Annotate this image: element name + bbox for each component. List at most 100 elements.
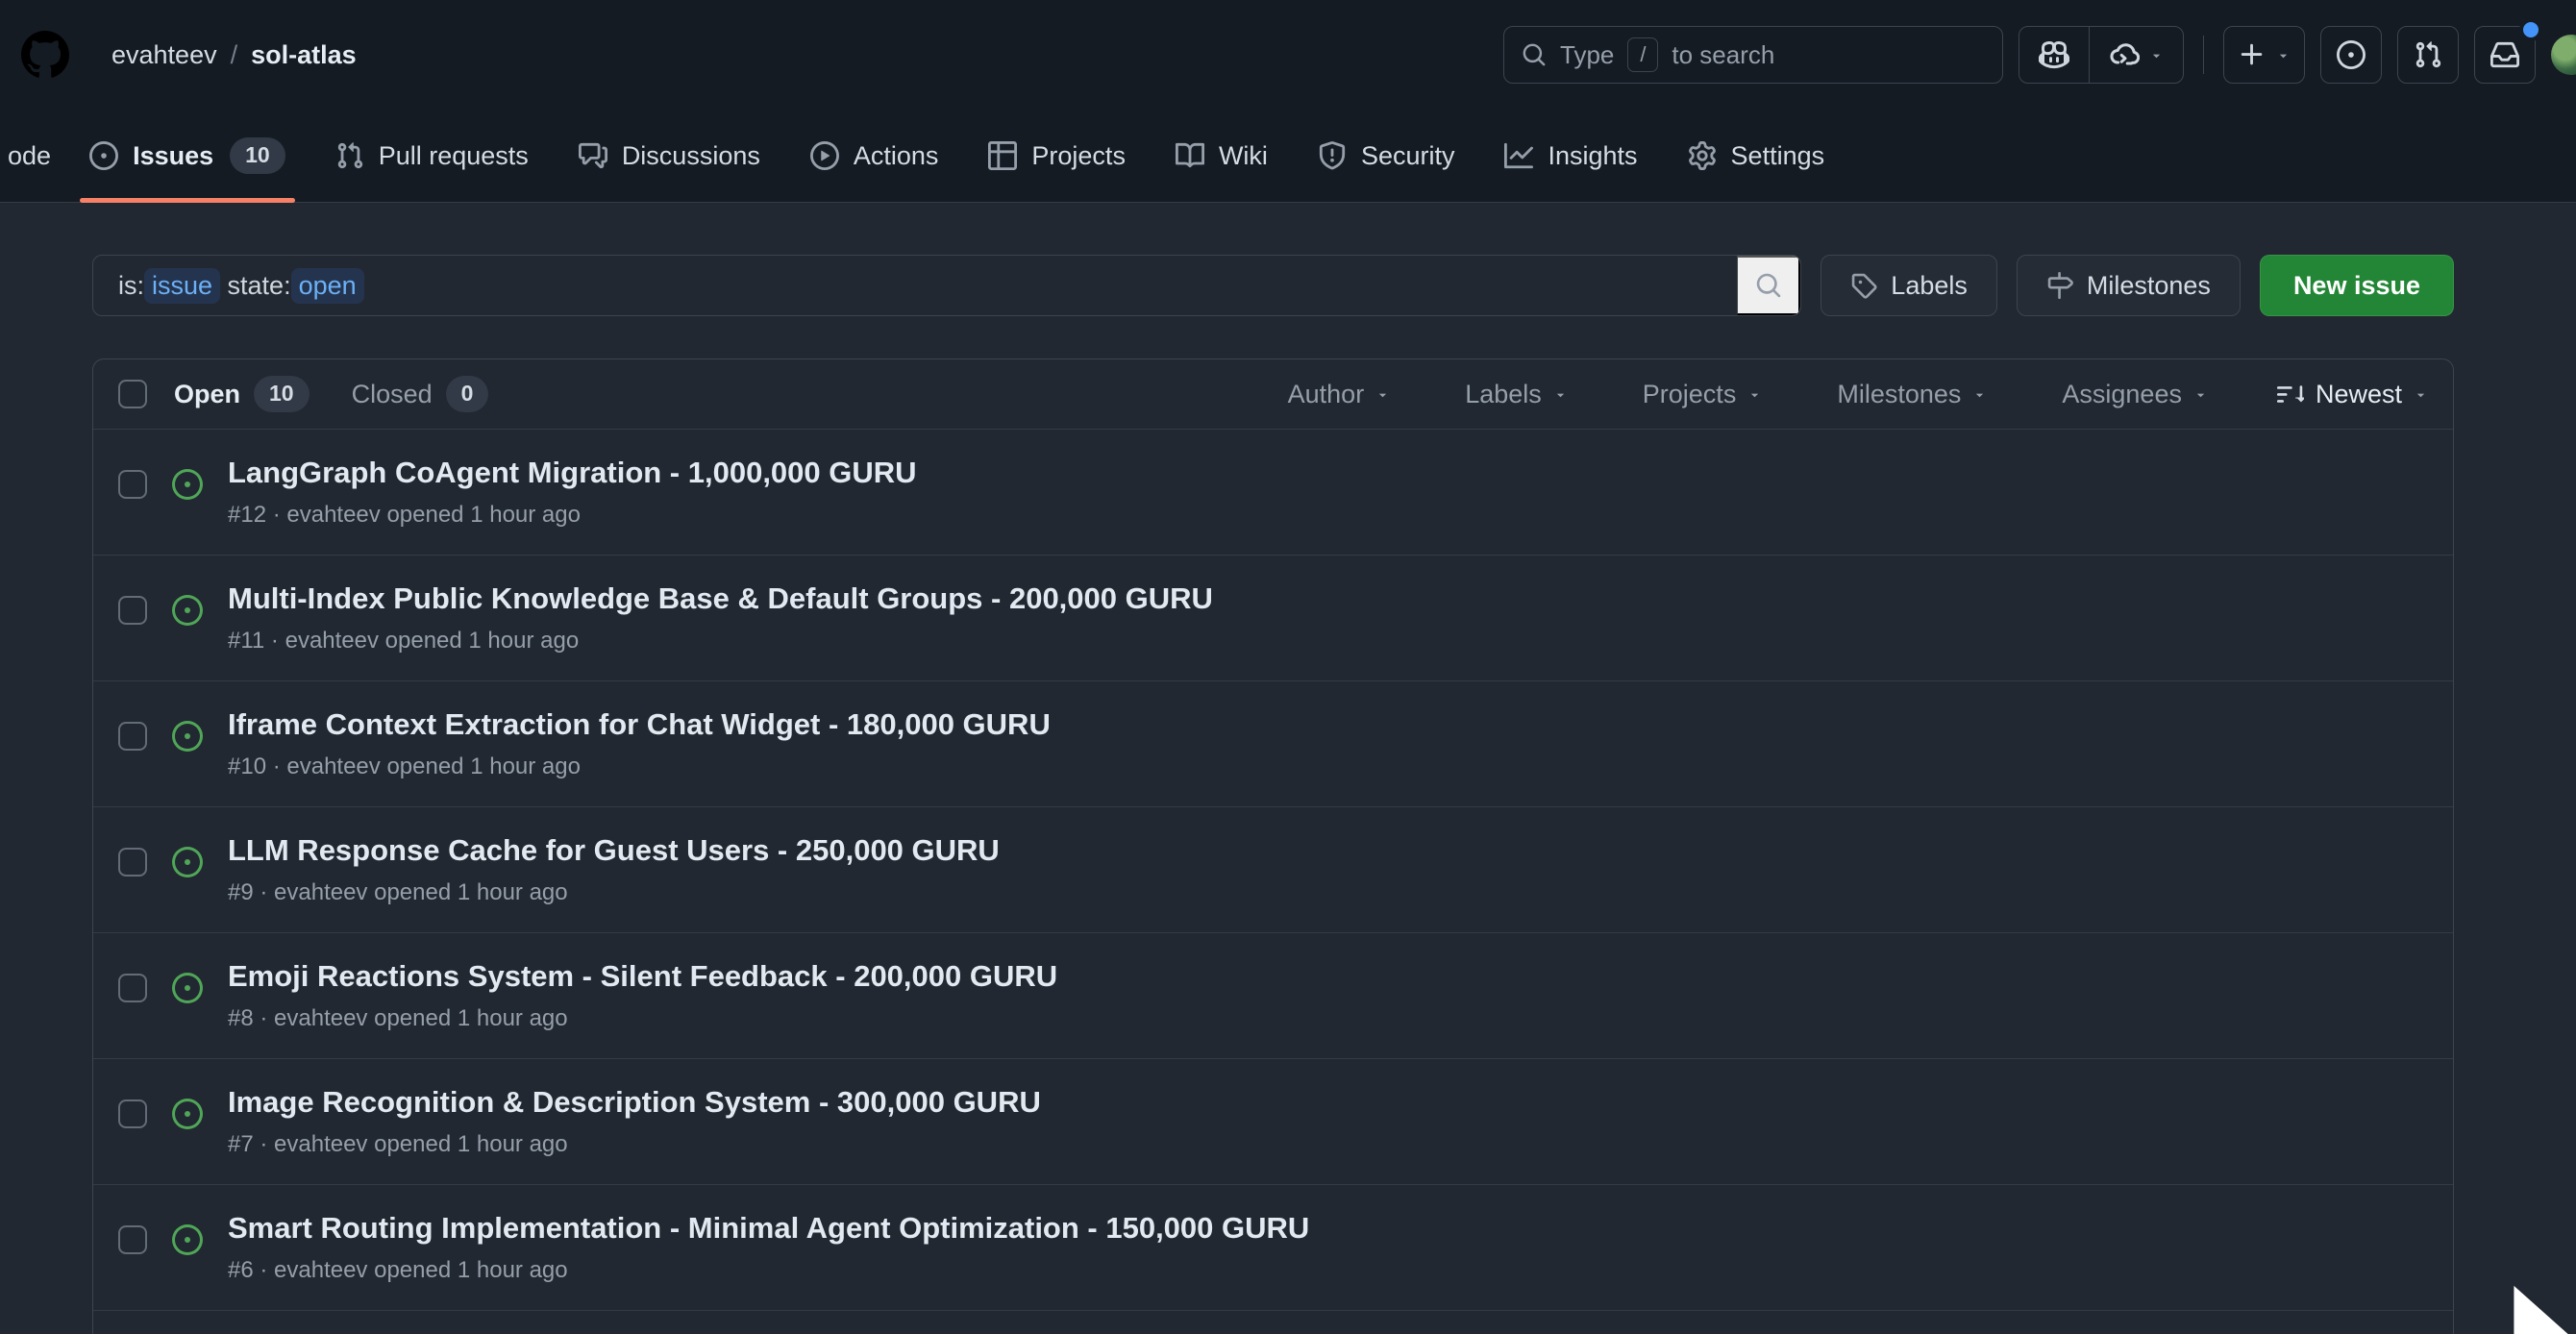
graph-icon	[1504, 141, 1533, 170]
breadcrumb-owner-link[interactable]: evahteev	[111, 40, 217, 70]
notifications-inbox-button[interactable]	[2474, 26, 2536, 84]
search-placeholder-prefix: Type	[1560, 40, 1614, 70]
issue-title[interactable]: Emoji Reactions System - Silent Feedback…	[228, 958, 1057, 994]
filter-label: Milestones	[1837, 380, 1961, 409]
issue-title[interactable]: Image Recognition & Description System -…	[228, 1084, 1041, 1120]
your-pull-requests-button[interactable]	[2397, 26, 2459, 84]
select-all-checkbox[interactable]	[118, 380, 147, 408]
github-logo-icon[interactable]	[21, 31, 69, 79]
create-new-button[interactable]	[2223, 26, 2305, 84]
user-avatar[interactable]	[2551, 35, 2576, 75]
sort-dropdown[interactable]: Newest	[2277, 380, 2428, 409]
tab-settings[interactable]: Settings	[1672, 110, 1841, 202]
chevron-down-icon	[2193, 387, 2208, 402]
breadcrumb: evahteev / sol-atlas	[111, 40, 357, 70]
issue-open-icon	[172, 847, 203, 877]
issue-checkbox[interactable]	[118, 974, 147, 1002]
tag-icon	[1850, 272, 1877, 299]
open-issues-tab[interactable]: Open 10	[174, 376, 310, 412]
issue-checkbox[interactable]	[118, 470, 147, 499]
closed-count-badge: 0	[446, 376, 489, 412]
issue-row[interactable]: Smart Routing Implementation - Minimal A…	[93, 1184, 2453, 1310]
play-icon	[810, 141, 839, 170]
issues-search-input[interactable]: is:issue state:open	[93, 256, 1737, 315]
filter-dropdowns: Author Labels Projects Milestones Assign…	[1219, 379, 2214, 410]
labels-button[interactable]: Labels	[1821, 255, 1997, 316]
tab-pull-requests[interactable]: Pull requests	[320, 110, 544, 202]
repo-nav: ode Issues 10 Pull requests Discussions …	[0, 110, 2576, 203]
filter-author[interactable]: Author	[1282, 379, 1397, 410]
tab-insights[interactable]: Insights	[1489, 110, 1652, 202]
nav-tab-label: Security	[1361, 141, 1455, 171]
global-search-input[interactable]: Type / to search	[1503, 26, 2003, 84]
breadcrumb-repo-link[interactable]: sol-atlas	[251, 40, 357, 70]
nav-tab-label: Discussions	[622, 141, 760, 171]
issue-title[interactable]: LLM Response Cache for Guest Users - 250…	[228, 832, 1000, 868]
issue-title[interactable]: LangGraph CoAgent Migration - 1,000,000 …	[228, 455, 917, 490]
copilot-button-group	[2019, 26, 2184, 84]
tab-projects[interactable]: Projects	[973, 110, 1141, 202]
issue-row[interactable]: Image Recognition & Description System -…	[93, 1058, 2453, 1184]
issue-title[interactable]: Smart Routing Implementation - Minimal A…	[228, 1210, 1309, 1246]
labels-button-label: Labels	[1891, 271, 1968, 301]
issue-checkbox[interactable]	[118, 596, 147, 625]
new-issue-button[interactable]: New issue	[2260, 255, 2454, 316]
nav-tab-label: Settings	[1731, 141, 1825, 171]
issues-rows: LangGraph CoAgent Migration - 1,000,000 …	[93, 429, 2453, 1310]
copilot-menu-button[interactable]	[2089, 27, 2183, 83]
tab-wiki[interactable]: Wiki	[1160, 110, 1283, 202]
git-pull-request-icon	[2414, 40, 2442, 69]
tab-issues[interactable]: Issues 10	[74, 110, 301, 202]
your-issues-button[interactable]	[2320, 26, 2382, 84]
issue-checkbox[interactable]	[118, 1225, 147, 1254]
milestone-icon	[2046, 272, 2073, 299]
filter-labels[interactable]: Labels	[1459, 379, 1573, 410]
issues-search-box: is:issue state:open	[92, 255, 1801, 316]
tab-actions[interactable]: Actions	[795, 110, 954, 202]
book-icon	[1176, 141, 1204, 170]
issue-title[interactable]: Iframe Context Extraction for Chat Widge…	[228, 706, 1051, 742]
search-icon	[1755, 272, 1782, 299]
inbox-icon	[2490, 40, 2519, 69]
nav-tab-label: Issues	[133, 141, 213, 171]
issue-checkbox[interactable]	[118, 1099, 147, 1128]
issue-meta: #6 · evahteev opened 1 hour ago	[228, 1257, 1309, 1284]
chevron-down-icon	[1972, 387, 1987, 402]
codespaces-icon	[2109, 39, 2140, 70]
plus-icon	[2238, 40, 2266, 69]
issue-title[interactable]: Multi-Index Public Knowledge Base & Defa…	[228, 581, 1213, 616]
issue-meta: #8 · evahteev opened 1 hour ago	[228, 1005, 1057, 1032]
filter-assignees[interactable]: Assignees	[2056, 379, 2214, 410]
issue-opened-icon	[89, 141, 118, 170]
closed-issues-tab[interactable]: Closed 0	[352, 376, 489, 412]
filter-milestones[interactable]: Milestones	[1831, 379, 1993, 410]
filter-label: Projects	[1643, 380, 1737, 409]
nav-tab-label: Wiki	[1219, 141, 1268, 171]
tab-code-partial[interactable]: ode	[8, 110, 51, 202]
header-divider	[2203, 36, 2204, 74]
filter-label: Author	[1288, 380, 1365, 409]
tab-discussions[interactable]: Discussions	[563, 110, 776, 202]
shield-icon	[1318, 141, 1347, 170]
milestones-button[interactable]: Milestones	[2017, 255, 2241, 316]
query-token: open	[291, 268, 364, 304]
copilot-button[interactable]	[2019, 27, 2089, 83]
comment-discussion-icon	[579, 141, 607, 170]
issue-row[interactable]: Multi-Index Public Knowledge Base & Defa…	[93, 555, 2453, 680]
issues-search-submit-button[interactable]	[1737, 256, 1800, 315]
issues-list-header: Open 10 Closed 0 Author Labels Projects …	[93, 359, 2453, 429]
issue-checkbox[interactable]	[118, 722, 147, 751]
search-icon	[1522, 42, 1547, 67]
issue-row[interactable]: LLM Response Cache for Guest Users - 250…	[93, 806, 2453, 932]
issue-row[interactable]: Iframe Context Extraction for Chat Widge…	[93, 680, 2453, 806]
issue-open-icon	[172, 1099, 203, 1129]
copilot-icon	[2039, 39, 2069, 70]
issue-row[interactable]: LangGraph CoAgent Migration - 1,000,000 …	[93, 429, 2453, 555]
filter-projects[interactable]: Projects	[1637, 379, 1769, 410]
tab-security[interactable]: Security	[1302, 110, 1471, 202]
filter-label: Labels	[1465, 380, 1542, 409]
issue-row[interactable]: Emoji Reactions System - Silent Feedback…	[93, 932, 2453, 1058]
issue-checkbox[interactable]	[118, 848, 147, 877]
app-header: evahteev / sol-atlas Type / to search	[0, 0, 2576, 110]
query-text-segment: state:	[220, 271, 291, 301]
